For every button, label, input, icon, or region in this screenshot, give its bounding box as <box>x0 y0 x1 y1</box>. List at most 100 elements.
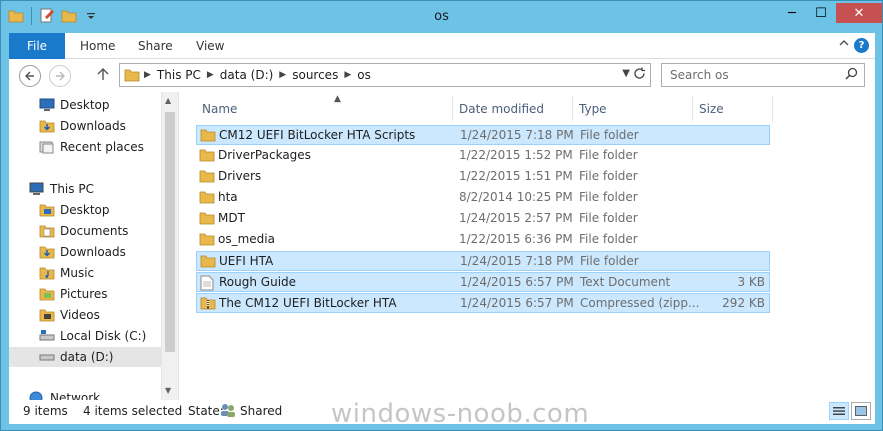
details-view-icon <box>833 407 845 415</box>
maximize-button[interactable]: ☐ <box>807 3 835 23</box>
breadcrumb-chevron-icon[interactable]: ▶ <box>279 70 286 80</box>
scroll-up-icon[interactable]: ▲ <box>165 96 171 105</box>
nav-item-label: Pictures <box>60 287 108 301</box>
file-row[interactable]: DriverPackages 1/22/2015 1:52 PM File fold… <box>196 146 770 166</box>
refresh-icon[interactable] <box>633 67 646 84</box>
shared-icon <box>220 402 236 421</box>
search-icon[interactable] <box>845 67 858 84</box>
nav-item-label: Local Disk (C:) <box>60 329 147 343</box>
column-header-label: Name <box>202 101 238 116</box>
details-view-button[interactable] <box>829 402 849 420</box>
back-button[interactable] <box>19 65 41 87</box>
tab-file[interactable]: File <box>9 33 65 59</box>
column-header-label: Date modified <box>459 101 545 116</box>
nav-item-label: This PC <box>50 182 94 196</box>
videos-icon <box>39 307 55 323</box>
downloads-icon <box>39 118 55 134</box>
item-count: 9 items <box>23 404 68 418</box>
watermark: windows-noob.com <box>331 399 590 429</box>
tab-home[interactable]: Home <box>80 39 115 53</box>
file-type: File folder <box>579 211 638 225</box>
nav-item-recent-places[interactable]: Recent places <box>39 137 144 157</box>
up-arrow-icon <box>97 68 109 80</box>
selection-count: 4 items selected <box>83 404 183 418</box>
file-row[interactable]: CM12 UEFI BitLocker HTA Scripts 1/24/2015… <box>196 125 770 145</box>
file-name: Rough Guide <box>219 275 297 289</box>
help-icon[interactable]: ? <box>854 38 869 53</box>
file-type: Compressed (zipp... <box>580 296 700 310</box>
large-icons-view-button[interactable] <box>851 402 871 420</box>
nav-item-pictures[interactable]: Pictures <box>39 284 108 304</box>
file-row[interactable]: os_media 1/22/2015 6:36 PM File folder <box>196 230 770 250</box>
computer-icon <box>29 181 45 197</box>
column-header-size[interactable]: Size <box>693 96 773 121</box>
downloads-icon <box>39 244 55 260</box>
navigation-bar: ▶ This PC ▶ data (D:) ▶ sources ▶ os ▼ <box>9 59 875 92</box>
expand-ribbon-icon[interactable] <box>839 37 849 50</box>
file-name: The CM12 UEFI BitLocker HTA <box>219 296 397 310</box>
breadcrumb-data-d[interactable]: data (D:) <box>220 68 274 82</box>
file-date-modified: 8/2/2014 10:25 PM <box>459 190 573 204</box>
search-input[interactable] <box>662 64 842 86</box>
nav-item-downloads-pc[interactable]: Downloads <box>39 242 126 262</box>
file-name: os_media <box>218 232 275 246</box>
nav-item-videos[interactable]: Videos <box>39 305 100 325</box>
close-button[interactable]: ✕ <box>836 3 882 23</box>
nav-item-desktop[interactable]: Desktop <box>39 95 110 115</box>
file-type: File folder <box>580 128 639 142</box>
nav-item-this-pc[interactable]: This PC <box>29 179 94 199</box>
nav-item-documents[interactable]: Documents <box>39 221 128 241</box>
nav-item-label: Videos <box>60 308 100 322</box>
nav-item-music[interactable]: Music <box>39 263 94 283</box>
file-row[interactable]: hta 8/2/2014 10:25 PM File folder <box>196 188 770 208</box>
file-row[interactable]: Drivers 1/22/2015 1:51 PM File folder <box>196 167 770 187</box>
nav-item-downloads[interactable]: Downloads <box>39 116 126 136</box>
explorer-window: os ─ ☐ ✕ File Home Share View ? ▶ This P <box>0 0 883 431</box>
content-area: Desktop Downloads Recent places This PC … <box>9 92 875 400</box>
nav-item-local-disk-c[interactable]: Local Disk (C:) <box>39 326 146 346</box>
file-row[interactable]: The CM12 UEFI BitLocker HTA 1/24/2015 6:5… <box>196 293 770 313</box>
breadcrumb-os[interactable]: os <box>357 68 371 82</box>
folder-icon <box>200 128 216 144</box>
text-document-icon <box>200 275 216 291</box>
file-type: File folder <box>579 190 638 204</box>
large-icons-view-icon <box>855 406 867 416</box>
documents-icon <box>39 223 55 239</box>
ribbon-tabs: File Home Share View ? <box>9 33 875 59</box>
file-row[interactable]: MDT 1/24/2015 2:57 PM File folder <box>196 209 770 229</box>
tab-view[interactable]: View <box>196 39 224 53</box>
nav-item-network[interactable]: Network <box>29 388 100 400</box>
network-icon <box>29 390 45 400</box>
breadcrumb-chevron-icon[interactable]: ▶ <box>144 70 151 80</box>
file-row[interactable]: Rough Guide 1/24/2015 6:57 PM Text Documen… <box>196 272 770 292</box>
address-bar[interactable]: ▶ This PC ▶ data (D:) ▶ sources ▶ os ▼ <box>119 63 651 87</box>
search-box[interactable] <box>661 63 865 87</box>
scrollbar-thumb[interactable] <box>165 112 175 352</box>
minimize-button[interactable]: ─ <box>778 3 806 23</box>
breadcrumb-sources[interactable]: sources <box>292 68 338 82</box>
file-type: File folder <box>580 254 639 268</box>
file-size: 292 KB <box>722 296 765 310</box>
forward-button[interactable] <box>49 65 71 87</box>
file-row[interactable]: UEFI HTA 1/24/2015 7:18 PM File folder <box>196 251 770 271</box>
breadcrumb-chevron-icon[interactable]: ▶ <box>207 70 214 80</box>
nav-item-label: data (D:) <box>60 350 114 364</box>
column-header-label: Size <box>699 101 724 116</box>
up-button[interactable] <box>97 67 109 85</box>
file-date-modified: 1/24/2015 6:57 PM <box>460 296 574 310</box>
column-header-type[interactable]: Type <box>573 96 693 121</box>
tab-share[interactable]: Share <box>138 39 173 53</box>
nav-item-data-d[interactable]: data (D:) <box>9 347 161 367</box>
zip-folder-icon <box>200 296 216 312</box>
navigation-pane-scrollbar[interactable]: ▲ ▼ <box>161 92 178 400</box>
nav-item-label: Music <box>60 266 95 280</box>
folder-icon <box>199 232 215 248</box>
breadcrumb-chevron-icon[interactable]: ▶ <box>344 70 351 80</box>
state-value: Shared <box>240 404 283 418</box>
breadcrumb-this-pc[interactable]: This PC <box>157 68 201 82</box>
nav-item-desktop-pc[interactable]: Desktop <box>39 200 110 220</box>
column-header-date[interactable]: Date modified <box>453 96 573 121</box>
scroll-down-icon[interactable]: ▼ <box>165 386 171 395</box>
column-header-name[interactable]: ▲ Name <box>196 94 453 121</box>
address-dropdown-icon[interactable]: ▼ <box>622 68 630 79</box>
